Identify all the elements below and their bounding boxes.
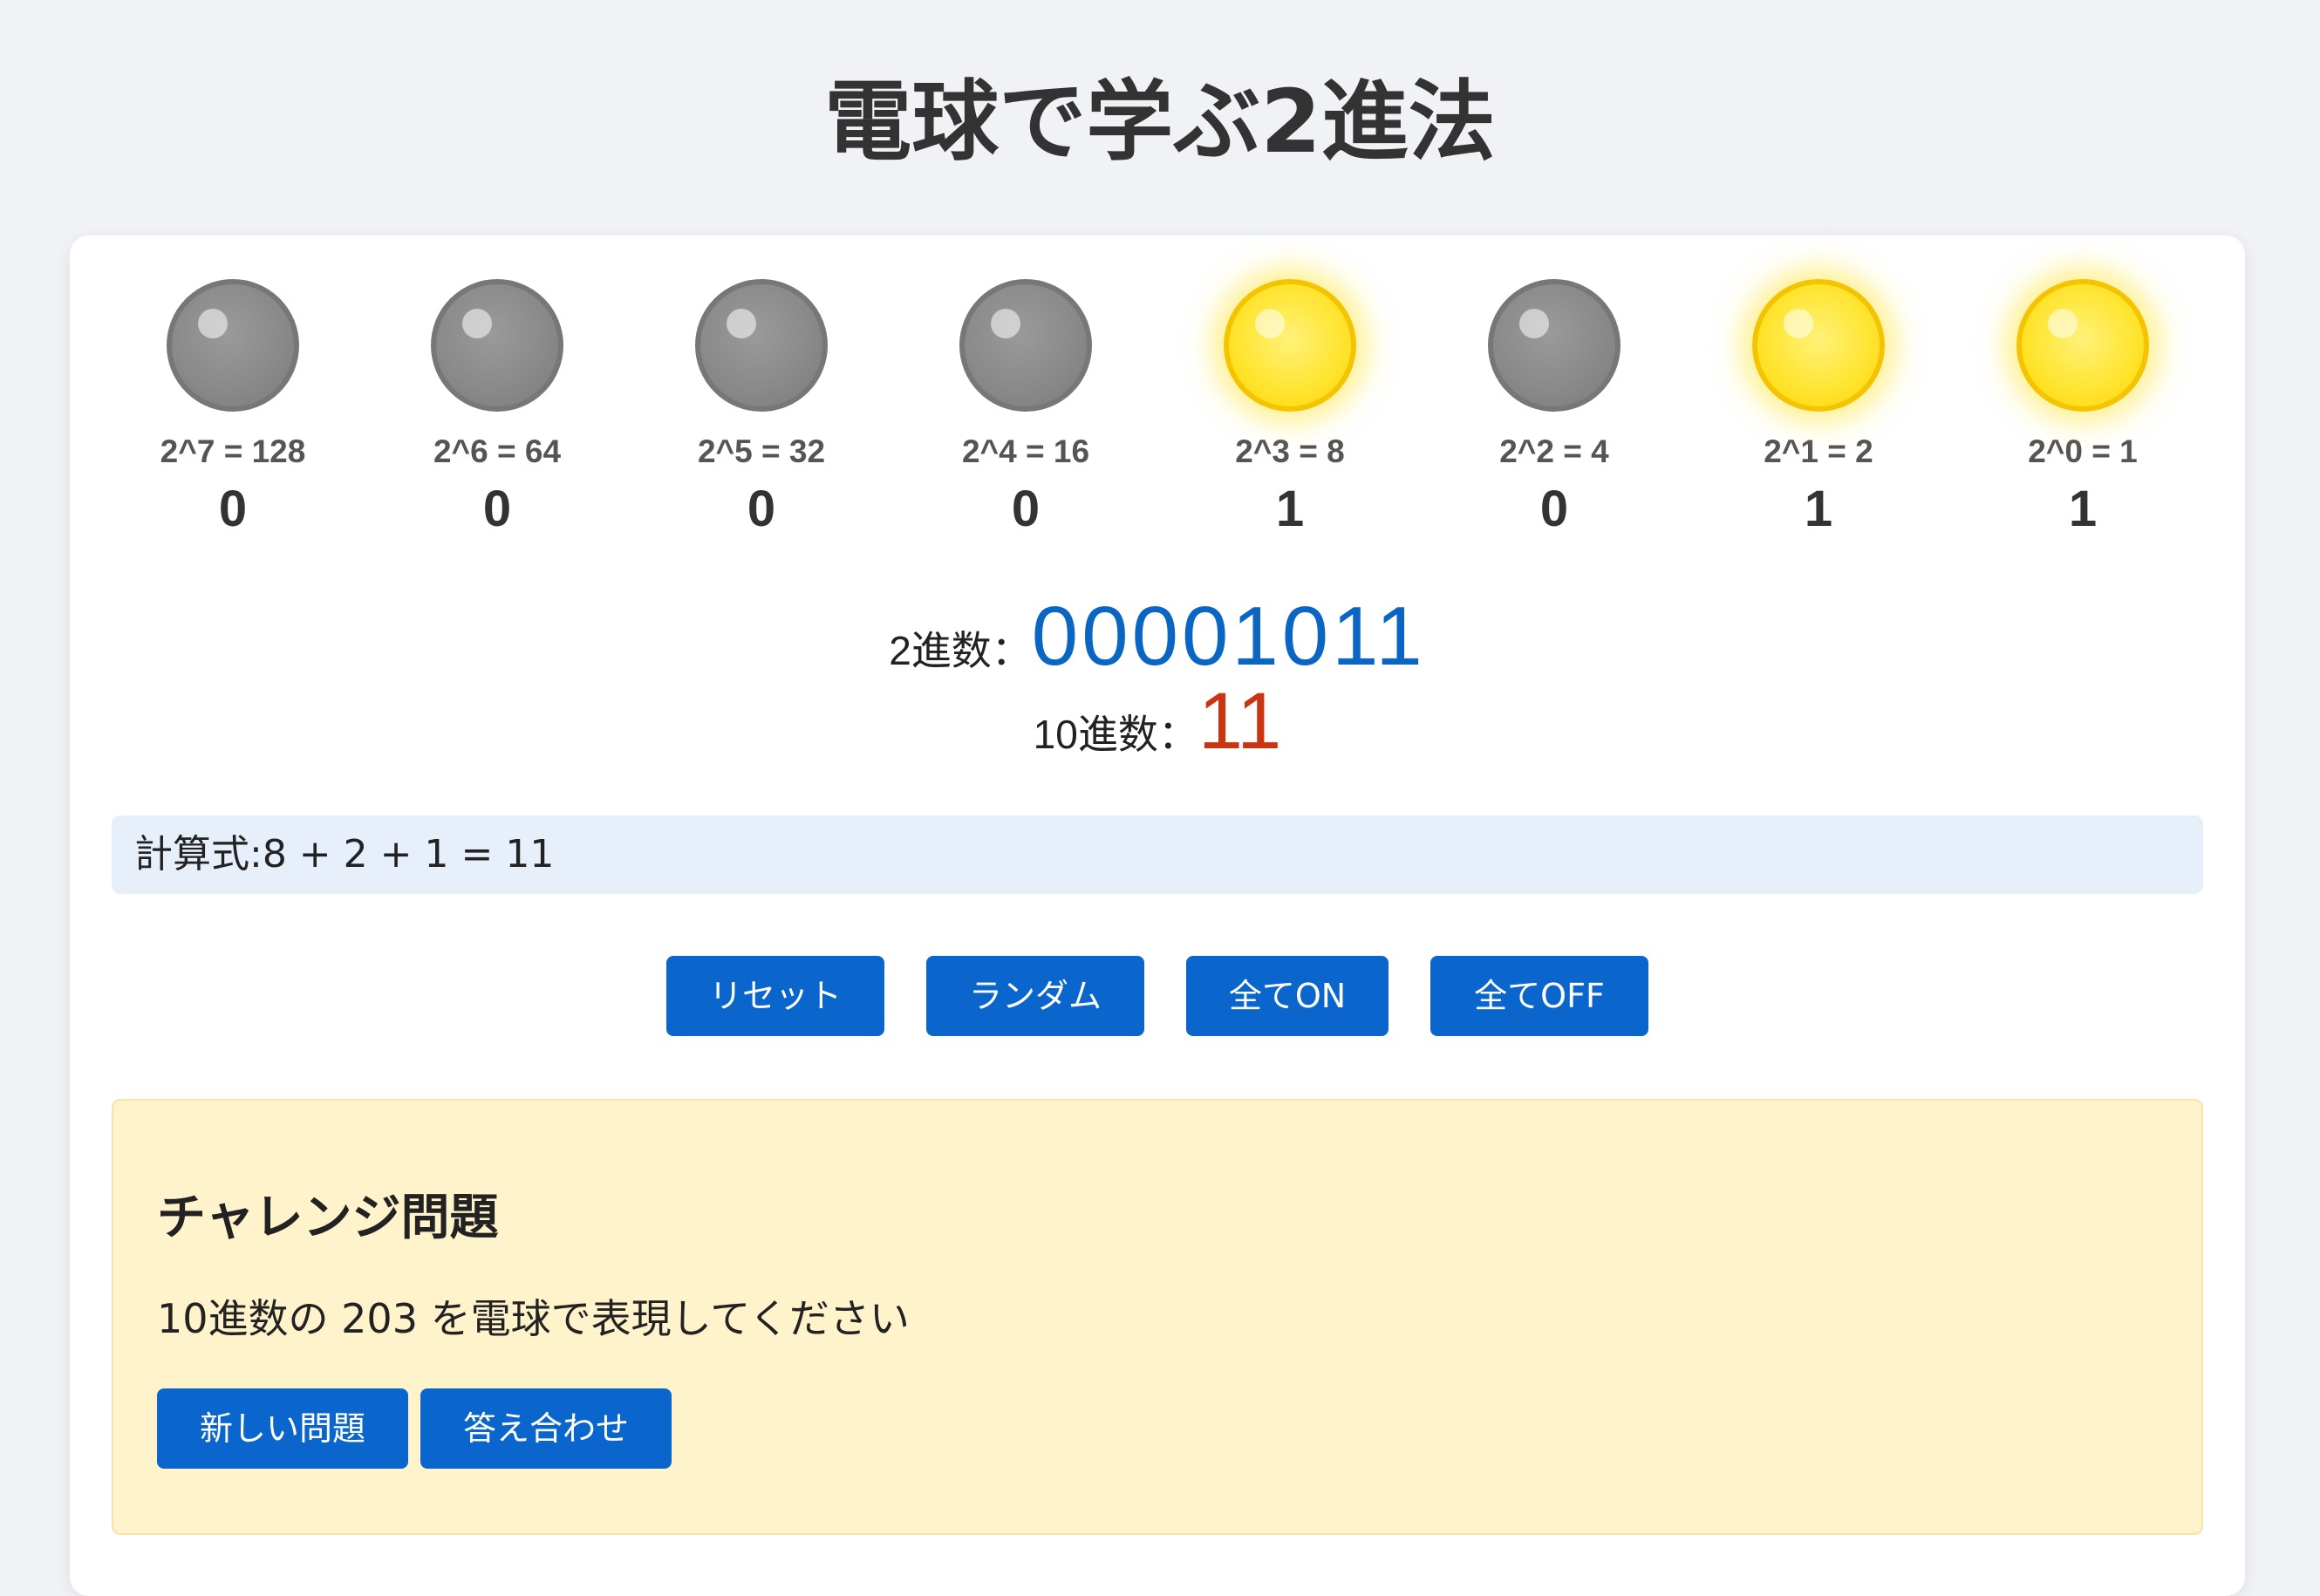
bit-weight-label: 2^3 = 8	[1235, 433, 1345, 469]
bulb-column-2: 2^2 = 4 0	[1450, 279, 1659, 537]
new-problem-button[interactable]: 新しい問題	[157, 1388, 408, 1469]
check-answer-button[interactable]: 答え合わせ	[420, 1388, 672, 1469]
bit-value: 0	[218, 481, 248, 537]
binary-value: 00001011	[1031, 590, 1426, 683]
decimal-result: 10進数：11	[70, 676, 2245, 772]
lightbulb-off-icon[interactable]	[1488, 279, 1621, 412]
challenge-title: チャレンジ問題	[157, 1190, 499, 1246]
bit-weight-label: 2^4 = 16	[961, 433, 1090, 469]
bit-value: 1	[1804, 481, 1833, 537]
bulb-column-7: 2^7 = 128 0	[128, 279, 338, 537]
lightbulb-on-icon[interactable]	[2016, 279, 2149, 412]
bit-value: 1	[2068, 481, 2098, 537]
all-on-button[interactable]: 全てON	[1186, 956, 1389, 1036]
lightbulb-on-icon[interactable]	[1752, 279, 1885, 412]
decimal-label: 10進数：	[1033, 712, 1198, 757]
lightbulb-off-icon[interactable]	[695, 279, 828, 412]
lightbulb-off-icon[interactable]	[431, 279, 563, 412]
challenge-panel: チャレンジ問題 10進数の 203 を電球で表現してください 新しい問題 答え合…	[112, 1099, 2203, 1535]
bulb-row: 2^7 = 128 0 2^6 = 64 0 2^5 = 32 0 2^4 = …	[70, 279, 2245, 567]
bulb-column-5: 2^5 = 32 0	[657, 279, 866, 537]
binary-result: 2進数：00001011	[70, 589, 2245, 685]
lightbulb-off-icon[interactable]	[959, 279, 1092, 412]
bulb-column-6: 2^6 = 64 0	[392, 279, 602, 537]
bulb-column-3: 2^3 = 8 1	[1185, 279, 1395, 537]
bulb-column-4: 2^4 = 16 0	[921, 279, 1130, 537]
decimal-value: 11	[1198, 677, 1282, 766]
challenge-question: 10進数の 203 を電球で表現してください	[157, 1295, 910, 1342]
bit-value: 0	[1011, 481, 1041, 537]
bit-weight-label: 2^6 = 64	[433, 433, 562, 469]
bit-weight-label: 2^7 = 128	[160, 433, 306, 469]
bit-value: 0	[747, 481, 776, 537]
bit-weight-label: 2^0 = 1	[2028, 433, 2138, 469]
all-off-button[interactable]: 全てOFF	[1430, 956, 1648, 1036]
bit-weight-label: 2^5 = 32	[697, 433, 826, 469]
page-title: 電球で学ぶ2進法	[824, 71, 1496, 173]
reset-button[interactable]: リセット	[666, 956, 884, 1036]
lightbulb-on-icon[interactable]	[1224, 279, 1356, 412]
bit-weight-label: 2^1 = 2	[1764, 433, 1873, 469]
challenge-buttons: 新しい問題 答え合わせ	[157, 1388, 684, 1469]
bit-value: 0	[482, 481, 512, 537]
random-button[interactable]: ランダム	[926, 956, 1144, 1036]
bulb-column-1: 2^1 = 2 1	[1714, 279, 1923, 537]
bit-value: 0	[1539, 481, 1569, 537]
bulb-column-0: 2^0 = 1 1	[1978, 279, 2187, 537]
bit-weight-label: 2^2 = 4	[1499, 433, 1609, 469]
binary-label: 2進数：	[889, 628, 1032, 673]
main-card: 2^7 = 128 0 2^6 = 64 0 2^5 = 32 0 2^4 = …	[70, 235, 2245, 1596]
control-buttons: リセット ランダム 全てON 全てOFF	[70, 956, 2245, 1036]
calculation-formula: 計算式:8 + 2 + 1 = 11	[112, 815, 2203, 894]
bit-value: 1	[1275, 481, 1305, 537]
lightbulb-off-icon[interactable]	[167, 279, 299, 412]
